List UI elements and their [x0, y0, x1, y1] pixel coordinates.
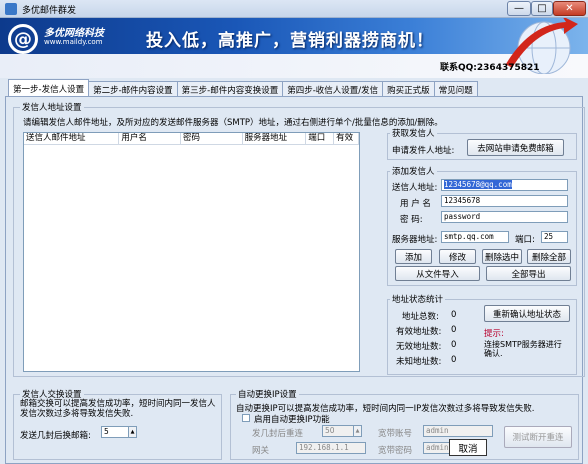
import-file-button[interactable]: 从文件导入: [395, 266, 480, 281]
reconnect-count-stepper[interactable]: 50 ▲▼: [322, 425, 362, 437]
email-label: 送信人地址:: [392, 183, 438, 193]
col-server[interactable]: 服务器地址: [243, 133, 307, 144]
brand-name: 多优网络科技: [44, 28, 104, 39]
sender-table[interactable]: 送信人邮件地址 用户名 密码 服务器地址 端口 有效: [23, 132, 360, 372]
get-sender-title: 获取发信人: [390, 127, 437, 139]
pass-label: 密 码:: [400, 215, 423, 225]
delete-all-button[interactable]: 删除全部: [527, 249, 571, 264]
sender-group-desc: 请编辑发信人邮件地址，及所对应的发送邮件服务器（SMTP）地址，通过右侧进行单个…: [23, 118, 443, 128]
username-field[interactable]: 12345678: [441, 195, 568, 207]
stepper-arrows-icon[interactable]: ▲▼: [128, 427, 136, 437]
account-field[interactable]: admin: [423, 425, 493, 437]
edit-button[interactable]: 修改: [439, 249, 476, 264]
delete-selected-button[interactable]: 删除选中: [482, 249, 522, 264]
password-field[interactable]: password: [441, 211, 568, 223]
server-label: 服务器地址:: [392, 235, 438, 245]
invalid-value: 0: [451, 340, 457, 350]
close-button[interactable]: ✕: [553, 1, 586, 16]
title-bar: 多优邮件群发 — □ ✕: [0, 0, 588, 18]
total-value: 0: [451, 310, 457, 320]
app-icon: [5, 3, 17, 15]
tab-buy-full[interactable]: 购买正式版: [382, 81, 435, 96]
valid-value: 0: [451, 325, 457, 335]
col-username[interactable]: 用户名: [119, 133, 182, 144]
port-field[interactable]: 25: [541, 231, 568, 243]
swap-count-stepper[interactable]: 5 ▲▼: [101, 426, 137, 438]
email-field[interactable]: 12345678@qq.com: [441, 179, 568, 191]
invalid-label: 无效地址数:: [396, 342, 442, 352]
tab-sender-settings[interactable]: 第一步-发信人设置: [8, 79, 90, 96]
maximize-button[interactable]: □: [531, 1, 553, 16]
tab-bar: 第一步-发信人设置 第二步-邮件内容设置 第三步-邮件内容变换设置 第四步-收信…: [8, 79, 478, 96]
server-field[interactable]: smtp.qq.com: [441, 231, 509, 243]
export-all-button[interactable]: 全部导出: [486, 266, 571, 281]
user-label: 用 户 名: [400, 199, 431, 209]
hint-text: 连接SMTP服务器进行确认.: [484, 340, 562, 358]
gateway-label: 网关: [252, 446, 270, 456]
swap-desc: 邮箱交换可以提高发信成功率，短时间内同一发信人发信次数过多将导致发信失败.: [20, 399, 216, 419]
unknown-label: 未知地址数:: [396, 357, 442, 367]
enable-ip-label: 启用自动更换IP功能: [254, 415, 330, 425]
port-label: 端口:: [515, 235, 535, 245]
banner: @ 多优网络科技 www.maildy.com 投入低，高推广，营销利器捞商机！…: [0, 18, 588, 78]
minimize-button[interactable]: —: [507, 1, 531, 16]
account-label: 宽带账号: [378, 429, 413, 439]
col-email[interactable]: 送信人邮件地址: [24, 133, 120, 144]
valid-label: 有效地址数:: [396, 327, 442, 337]
table-header: 送信人邮件地址 用户名 密码 服务器地址 端口 有效: [24, 133, 359, 145]
add-button[interactable]: 添加: [395, 249, 432, 264]
sender-group-title: 发信人地址设置: [20, 101, 84, 113]
reconnect-count-value: 50: [325, 426, 335, 435]
unknown-value: 0: [451, 355, 457, 365]
reconnect-count-label: 发几封后重连: [252, 429, 304, 439]
logo-at-icon: @: [8, 24, 38, 54]
tab-recipients-send[interactable]: 第四步-收信人设置/发信: [282, 81, 384, 96]
reconfirm-status-button[interactable]: 重新确认地址状态: [484, 305, 570, 322]
get-sender-label: 申请发件人地址:: [392, 146, 455, 156]
apply-free-mailbox-button[interactable]: 去网站申请免费邮箱: [467, 139, 564, 156]
pwd-label: 宽带密码: [378, 446, 413, 456]
status-title: 地址状态统计: [390, 293, 446, 305]
col-port[interactable]: 端口: [306, 133, 335, 144]
col-password[interactable]: 密码: [181, 133, 243, 144]
swap-label: 发送几封后换邮箱:: [20, 431, 91, 441]
col-valid[interactable]: 有效: [334, 133, 359, 144]
ip-title: 自动更换IP设置: [236, 388, 299, 400]
swap-count-value: 5: [104, 427, 109, 436]
tab-content-variation[interactable]: 第三步-邮件内容变换设置: [176, 81, 284, 96]
total-label: 地址总数:: [402, 312, 439, 322]
tab-mail-content[interactable]: 第二步-邮件内容设置: [88, 81, 178, 96]
cancel-button[interactable]: 取消: [449, 439, 487, 456]
slogan: 投入低，高推广，营销利器捞商机！: [146, 31, 434, 51]
test-reconnect-button[interactable]: 测试断开重连: [504, 426, 572, 448]
gateway-field[interactable]: 192.168.1.1: [296, 442, 366, 454]
stepper-arrows-icon[interactable]: ▲▼: [353, 426, 361, 436]
enable-ip-checkbox[interactable]: [242, 414, 250, 422]
add-sender-title: 添加发信人: [390, 165, 437, 177]
tab-faq[interactable]: 常见问题: [433, 81, 478, 96]
window-title: 多优邮件群发: [22, 6, 77, 16]
hint-title: 提示:: [484, 329, 504, 339]
contact-qq: 联系QQ:2364375821: [440, 63, 540, 73]
brand-url: www.maildy.com: [44, 38, 103, 46]
email-value: 12345678@qq.com: [444, 180, 512, 189]
